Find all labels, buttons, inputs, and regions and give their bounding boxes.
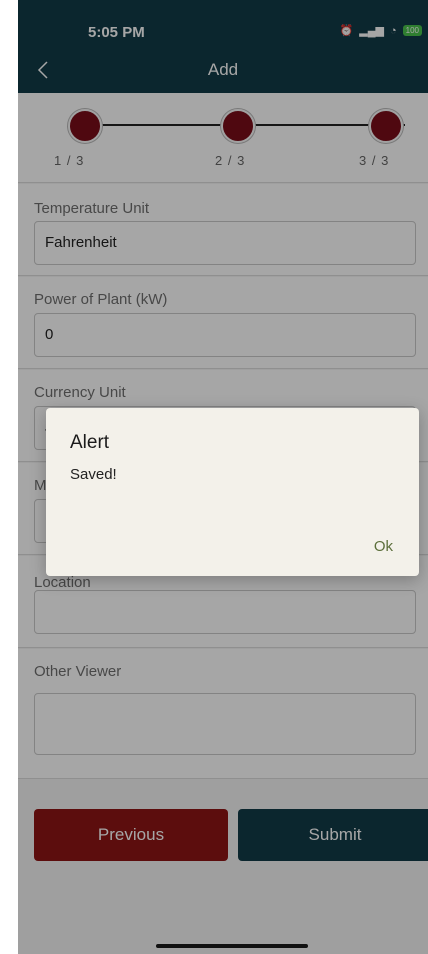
home-indicator[interactable] bbox=[156, 944, 308, 948]
alert-dialog: Alert Saved! Ok bbox=[46, 408, 419, 576]
ok-button[interactable]: Ok bbox=[374, 538, 393, 555]
app-screen: 5:05 PM ⏰ ▂▄▆ ◔ 100 Add 1 / 3 2 / 3 3 / … bbox=[18, 0, 428, 954]
alert-message: Saved! bbox=[70, 466, 117, 483]
alert-title: Alert bbox=[70, 432, 110, 453]
